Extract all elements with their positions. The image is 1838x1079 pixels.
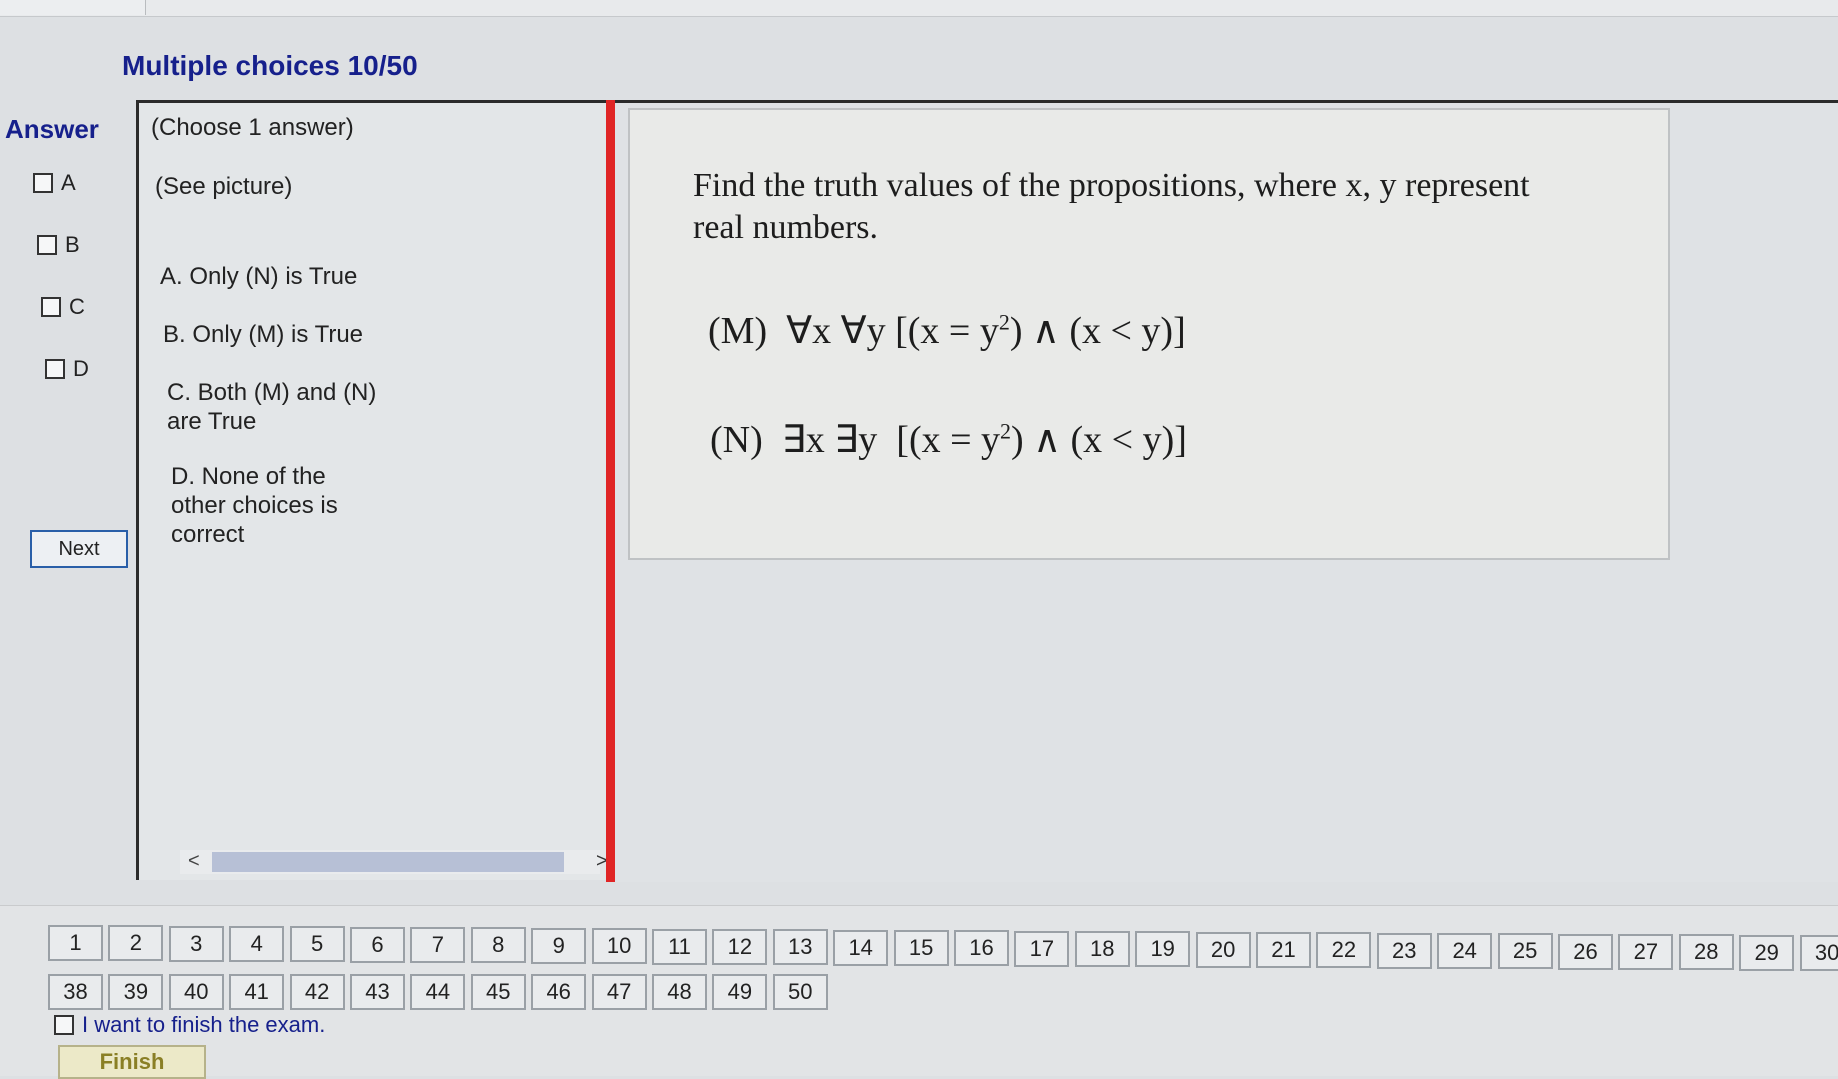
question-nav-49[interactable]: 49 (712, 974, 768, 1010)
choice-c-line-2: are True (167, 408, 257, 435)
proposition-m-label: (M) (708, 310, 768, 352)
answer-option-b[interactable]: B (37, 232, 80, 258)
question-nav-23[interactable]: 23 (1376, 932, 1432, 969)
question-nav-21[interactable]: 21 (1256, 932, 1311, 968)
proposition-n-body-end: ) ∧ (x < y)] (1011, 419, 1187, 461)
choice-b-text: B. Only (M) is True (163, 321, 364, 348)
choice-c-text: C. Both (M) and (N) are True (167, 378, 376, 436)
answer-option-d[interactable]: D (45, 356, 89, 382)
question-nav-30[interactable]: 30 (1799, 935, 1838, 972)
choice-d-text: D. None of the other choices is correct (171, 462, 338, 549)
question-nav-24[interactable]: 24 (1437, 933, 1493, 970)
question-nav-19[interactable]: 19 (1135, 931, 1191, 968)
question-nav-15[interactable]: 15 (893, 929, 949, 966)
answer-option-a[interactable]: A (33, 170, 76, 196)
proposition-m: (M) ∀x ∀y [(x = y2) ∧ (x < y)] (708, 308, 1186, 353)
page-title: Multiple choices 10/50 (122, 50, 418, 81)
choice-d-line-1: D. None of the (171, 463, 326, 490)
question-nav-7[interactable]: 7 (410, 927, 466, 964)
question-nav-10[interactable]: 10 (591, 928, 647, 965)
answer-option-b-label: B (65, 232, 80, 257)
finish-checkbox[interactable] (54, 1015, 74, 1035)
proposition-n-exponent: 2 (1000, 418, 1012, 444)
horizontal-scrollbar[interactable]: < (180, 850, 600, 874)
question-nav-38[interactable]: 38 (48, 974, 103, 1010)
question-nav-3[interactable]: 3 (168, 925, 224, 962)
checkbox-b[interactable] (37, 235, 57, 255)
choice-d-line-3: correct (171, 521, 245, 548)
proposition-n-body: [(x = y (896, 419, 1001, 461)
question-nav-39[interactable]: 39 (108, 974, 164, 1010)
answer-option-a-label: A (61, 170, 76, 195)
question-nav-6[interactable]: 6 (350, 926, 405, 963)
question-nav-44[interactable]: 44 (410, 974, 466, 1010)
scrollbar-thumb[interactable] (212, 852, 564, 872)
question-nav-18[interactable]: 18 (1074, 930, 1130, 967)
answer-label: Answer (5, 114, 99, 144)
answer-option-d-label: D (73, 356, 89, 381)
question-nav-40[interactable]: 40 (168, 974, 224, 1010)
question-nav-16[interactable]: 16 (954, 930, 1009, 967)
answer-option-c-label: C (69, 294, 85, 319)
choose-instruction: (Choose 1 answer) (151, 114, 354, 141)
question-nav-4[interactable]: 4 (229, 926, 285, 963)
proposition-m-body-end: ) ∧ (x < y)] (1009, 310, 1186, 352)
panel-divider (606, 100, 615, 882)
finish-confirm[interactable]: I want to finish the exam. (54, 1012, 325, 1038)
question-nav-9[interactable]: 9 (531, 927, 587, 964)
choice-c-line-1: C. Both (M) and (N) (167, 379, 377, 406)
question-nav-5[interactable]: 5 (289, 926, 345, 963)
question-nav-14[interactable]: 14 (833, 929, 889, 966)
top-tab[interactable] (0, 0, 146, 15)
question-nav-22[interactable]: 22 (1316, 932, 1372, 969)
question-nav-26[interactable]: 26 (1558, 933, 1613, 970)
question-nav-42[interactable]: 42 (289, 974, 345, 1010)
question-nav-17[interactable]: 17 (1014, 930, 1070, 967)
proposition-n-label: (N) (710, 419, 763, 461)
question-nav-2[interactable]: 2 (108, 925, 164, 962)
question-nav-20[interactable]: 20 (1195, 931, 1251, 968)
checkbox-c[interactable] (41, 297, 61, 317)
proposition-n-quantifiers: ∃x ∃y (781, 419, 878, 461)
proposition-m-body: [(x = y (895, 310, 999, 352)
question-nav-8[interactable]: 8 (470, 927, 526, 964)
question-nav-1[interactable]: 1 (48, 925, 103, 961)
question-line-1: Find the truth values of the proposition… (693, 167, 1530, 204)
scroll-left-arrow-icon[interactable]: < (188, 850, 200, 873)
proposition-m-exponent: 2 (998, 309, 1010, 335)
see-picture-note: (See picture) (155, 173, 293, 200)
question-nav-27[interactable]: 27 (1618, 934, 1674, 971)
question-nav-47[interactable]: 47 (591, 974, 647, 1010)
question-nav-48[interactable]: 48 (652, 974, 707, 1010)
choice-d-line-2: other choices is (171, 492, 338, 519)
proposition-n: (N) ∃x ∃y [(x = y2) ∧ (x < y)] (710, 417, 1187, 462)
question-nav-13[interactable]: 13 (772, 929, 828, 966)
question-nav-25[interactable]: 25 (1497, 933, 1553, 970)
proposition-m-quantifiers: ∀x ∀y (786, 310, 886, 352)
question-nav-29[interactable]: 29 (1739, 934, 1795, 971)
question-nav-45[interactable]: 45 (470, 974, 526, 1010)
question-nav-46[interactable]: 46 (531, 974, 587, 1010)
choice-a-text: A. Only (N) is True (160, 263, 358, 290)
question-line-2: real numbers. (693, 209, 879, 246)
question-nav-43[interactable]: 43 (350, 974, 405, 1010)
checkbox-d[interactable] (45, 359, 65, 379)
finish-button[interactable]: Finish (58, 1045, 206, 1079)
checkbox-a[interactable] (33, 173, 53, 193)
next-button[interactable]: Next (30, 530, 128, 568)
finish-checkbox-label: I want to finish the exam. (82, 1012, 326, 1037)
top-bar (0, 0, 1838, 17)
question-nav-50[interactable]: 50 (772, 974, 828, 1010)
question-nav-11[interactable]: 11 (652, 928, 707, 965)
question-nav-28[interactable]: 28 (1678, 934, 1734, 971)
question-text: Find the truth values of the proposition… (693, 165, 1623, 249)
question-nav-12[interactable]: 12 (712, 928, 768, 965)
question-nav-41[interactable]: 41 (229, 974, 285, 1010)
answer-option-c[interactable]: C (41, 294, 85, 320)
